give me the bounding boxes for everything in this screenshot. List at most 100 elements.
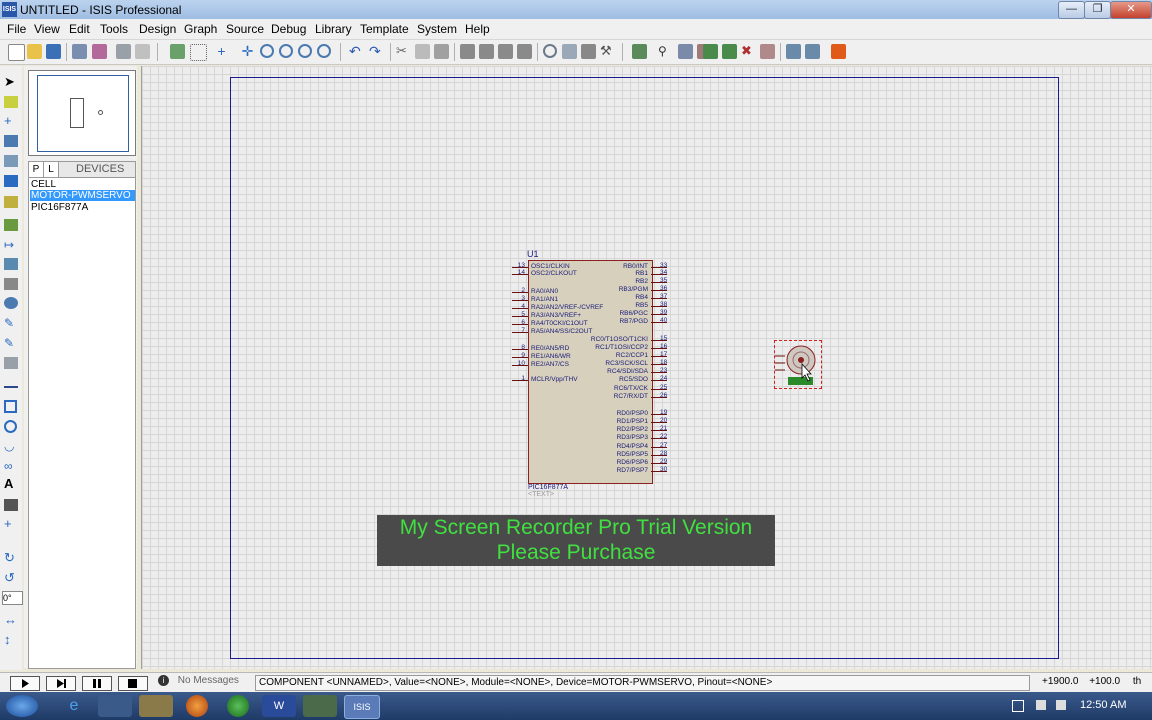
explorer-folder-icon[interactable] <box>139 695 173 717</box>
circle-2d-icon[interactable] <box>4 420 17 433</box>
chip-value[interactable]: PIC16F877A <box>528 484 568 491</box>
block-copy-icon[interactable] <box>460 44 475 59</box>
cut-icon[interactable]: ✂ <box>396 44 411 59</box>
zoom-out-icon[interactable] <box>279 44 293 58</box>
zoom-in-icon[interactable] <box>260 44 274 58</box>
menu-tools[interactable]: Tools <box>100 22 128 36</box>
redo-icon[interactable]: ↷ <box>369 44 384 59</box>
pin-line[interactable] <box>512 324 528 325</box>
virtual-instruments-icon[interactable] <box>4 357 18 369</box>
block-move-icon[interactable] <box>479 44 494 59</box>
device-item-motor-pwmservo[interactable]: MOTOR-PWMSERVO <box>30 190 135 201</box>
overview-window[interactable] <box>28 70 136 156</box>
arc-2d-icon[interactable]: ◡ <box>4 440 18 452</box>
menu-edit[interactable]: Edit <box>69 22 90 36</box>
subcircuit-icon[interactable] <box>4 196 18 208</box>
refresh-icon[interactable] <box>170 44 185 59</box>
decompose-icon[interactable]: ⚒ <box>600 44 615 59</box>
internet-explorer-icon[interactable]: e <box>57 695 91 717</box>
marker-2d-icon[interactable]: + <box>4 517 18 530</box>
pick-device-icon[interactable] <box>543 44 557 58</box>
zoom-area-icon[interactable] <box>317 44 331 58</box>
generator-icon[interactable] <box>4 297 18 309</box>
text-script-icon[interactable] <box>4 155 18 167</box>
voltage-probe-icon[interactable]: ✎ <box>4 317 18 329</box>
pin-line[interactable] <box>512 349 528 350</box>
tray-show-hidden-icon[interactable] <box>1012 700 1024 712</box>
device-pins-icon[interactable]: ↦ <box>4 239 18 251</box>
pin-line[interactable] <box>512 316 528 317</box>
open-folder-icon[interactable] <box>27 44 42 59</box>
symbol-2d-icon[interactable] <box>4 499 18 511</box>
isis-app-icon[interactable]: ISIS <box>2 2 17 17</box>
green-app-icon[interactable] <box>227 695 249 717</box>
text-2d-icon[interactable]: A <box>4 477 18 490</box>
paste-icon[interactable] <box>434 44 449 59</box>
menu-source[interactable]: Source <box>226 22 264 36</box>
print-icon[interactable] <box>116 44 131 59</box>
buses-icon[interactable] <box>4 175 18 187</box>
chip-reference[interactable]: U1 <box>527 249 539 259</box>
servo-motor-component[interactable] <box>774 340 822 389</box>
step-button[interactable] <box>46 676 76 691</box>
messages-area[interactable]: i No Messages <box>158 675 250 689</box>
packaging-tool-icon[interactable] <box>581 44 596 59</box>
rotate-clockwise-icon[interactable]: ↻ <box>4 551 18 564</box>
current-probe-icon[interactable]: ✎ <box>4 337 18 349</box>
area-icon[interactable] <box>135 44 150 59</box>
save-icon[interactable] <box>46 44 61 59</box>
menu-help[interactable]: Help <box>465 22 490 36</box>
mplab-icon[interactable] <box>303 695 337 717</box>
menu-template[interactable]: Template <box>360 22 409 36</box>
path-2d-icon[interactable]: ∞ <box>4 460 18 472</box>
exit-to-parent-icon[interactable] <box>760 44 775 59</box>
terminals-icon[interactable] <box>4 219 18 231</box>
wire-label-icon[interactable] <box>4 135 18 147</box>
menu-debug[interactable]: Debug <box>271 22 306 36</box>
tray-network-icon[interactable] <box>1036 700 1046 710</box>
media-player-icon[interactable] <box>98 695 132 717</box>
restore-button[interactable]: ❐ <box>1084 1 1111 19</box>
pin-line[interactable] <box>512 380 528 381</box>
menu-design[interactable]: Design <box>139 22 176 36</box>
menu-graph[interactable]: Graph <box>184 22 217 36</box>
isis-taskbar-button[interactable]: ISIS <box>344 695 380 719</box>
stop-button[interactable] <box>118 676 148 691</box>
import-icon[interactable] <box>72 44 87 59</box>
pin-line[interactable] <box>512 308 528 309</box>
rotate-anticlockwise-icon[interactable]: ↺ <box>4 571 18 584</box>
box-2d-icon[interactable] <box>4 400 17 413</box>
origin-icon[interactable]: + <box>214 44 229 59</box>
component-mode-icon[interactable] <box>4 96 18 108</box>
pin-line[interactable] <box>512 332 528 333</box>
device-item-pic16f877a[interactable]: PIC16F877A <box>30 202 135 213</box>
junction-dot-icon[interactable]: + <box>4 114 18 127</box>
search-tag-icon[interactable]: ⚲ <box>658 44 673 59</box>
ares-netlist-icon[interactable] <box>831 44 846 59</box>
pin-line[interactable] <box>512 300 528 301</box>
word-icon[interactable]: W <box>262 695 296 717</box>
pin-line[interactable] <box>512 292 528 293</box>
erc-report-icon[interactable] <box>805 44 820 59</box>
remove-sheet-icon[interactable]: ✖ <box>741 44 756 59</box>
undo-icon[interactable]: ↶ <box>349 44 364 59</box>
export-icon[interactable] <box>92 44 107 59</box>
pin-line[interactable] <box>512 357 528 358</box>
mirror-x-icon[interactable]: ↔ <box>4 613 18 626</box>
device-item-cell[interactable]: CELL <box>30 179 135 190</box>
library-manager-button[interactable]: L <box>44 162 59 177</box>
pause-button[interactable] <box>82 676 112 691</box>
minimize-button[interactable]: — <box>1058 1 1085 19</box>
new-file-icon[interactable] <box>8 44 25 61</box>
bom-report-icon[interactable] <box>786 44 801 59</box>
mirror-y-icon[interactable]: ↕ <box>4 633 18 646</box>
tray-volume-icon[interactable] <box>1056 700 1066 710</box>
make-device-icon[interactable] <box>562 44 577 59</box>
block-rotate-icon[interactable] <box>498 44 513 59</box>
line-2d-icon[interactable] <box>4 386 18 388</box>
graph-icon[interactable] <box>4 258 18 270</box>
selection-mode-icon[interactable]: ➤ <box>4 75 18 88</box>
zoom-all-icon[interactable] <box>298 44 312 58</box>
menu-file[interactable]: File <box>7 22 26 36</box>
block-delete-icon[interactable] <box>517 44 532 59</box>
